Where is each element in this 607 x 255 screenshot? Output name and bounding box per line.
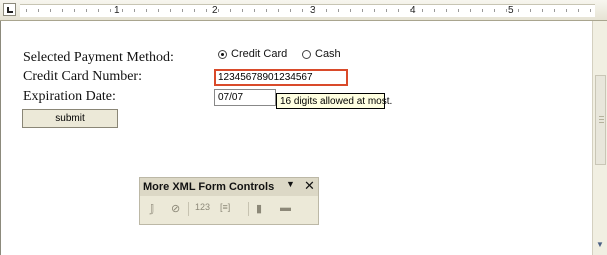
ruler-tick <box>146 9 147 12</box>
ruler-number: 2 <box>212 5 218 16</box>
ruler-tick <box>590 9 591 12</box>
submit-button[interactable]: submit <box>22 109 118 128</box>
ruler-tick <box>446 9 447 12</box>
ruler-tick <box>242 9 243 12</box>
control-icon[interactable]: 123 <box>195 202 210 212</box>
ruler-tick <box>506 9 507 12</box>
ruler-tick <box>386 9 387 12</box>
ruler-tick <box>74 9 75 12</box>
ruler-tick <box>566 9 567 12</box>
toolbar-separator <box>248 202 249 216</box>
credit-card-radio-label[interactable]: Credit Card <box>231 48 287 60</box>
control-icon[interactable]: [≡] <box>220 202 230 212</box>
card-number-field[interactable]: 123456789012345​67 <box>214 69 348 86</box>
ruler-tick <box>518 9 519 12</box>
scrollbar-thumb[interactable] <box>595 75 606 165</box>
horizontal-ruler: 1 2 3 4 5 <box>0 0 607 21</box>
credit-card-radio[interactable] <box>218 50 227 59</box>
ruler-tick <box>314 9 315 12</box>
ruler-tick <box>362 9 363 12</box>
control-icon[interactable]: ▮ <box>256 202 262 215</box>
ruler-tick <box>26 9 27 12</box>
ruler-tick <box>38 9 39 12</box>
cash-radio-label[interactable]: Cash <box>315 48 341 60</box>
ruler-tick <box>458 9 459 12</box>
ruler-tick <box>170 9 171 12</box>
ruler-tick <box>134 9 135 12</box>
ruler-number: 1 <box>114 5 120 16</box>
ruler-tick <box>494 9 495 12</box>
ruler-tick <box>338 9 339 12</box>
ruler-tick <box>302 9 303 12</box>
ruler-tick <box>206 9 207 12</box>
more-xml-form-controls-toolbar: More XML Form Controls ▼ ✕ 𝕁 ⊘ 123 [≡] ▮… <box>139 177 319 225</box>
ruler-tick <box>290 9 291 12</box>
ruler-tick <box>542 9 543 12</box>
control-icon[interactable]: ⊘ <box>171 202 180 215</box>
ruler-tick <box>86 9 87 12</box>
vertical-scrollbar[interactable]: ▼ <box>592 21 607 255</box>
ruler-tick <box>110 9 111 12</box>
ruler-tick <box>278 9 279 12</box>
ruler-tick <box>410 9 411 12</box>
ruler-tick <box>62 9 63 12</box>
card-number-label: Credit Card Number: <box>23 69 142 84</box>
ruler-tick <box>470 9 471 12</box>
ruler-tick <box>398 9 399 12</box>
toolbar-close-icon[interactable]: ✕ <box>304 178 315 194</box>
ruler-tick <box>434 9 435 12</box>
ruler-tick <box>482 9 483 12</box>
payment-method-label: Selected Payment Method: <box>23 50 174 65</box>
ruler-tick <box>122 9 123 12</box>
ruler-tick <box>158 9 159 12</box>
toolbar-separator <box>188 202 189 216</box>
ruler-tick <box>194 9 195 12</box>
ruler-tick <box>254 9 255 12</box>
tab-stop-selector-icon[interactable] <box>3 3 16 16</box>
control-icon[interactable]: ▬ <box>280 202 291 214</box>
ruler-tick <box>230 9 231 12</box>
ruler-tick <box>374 9 375 12</box>
ruler-tick <box>218 9 219 12</box>
ruler-tick <box>98 9 99 12</box>
toolbar-options-dropdown-icon[interactable]: ▼ <box>286 179 295 189</box>
ruler-number: 5 <box>508 5 514 16</box>
expiration-date-field[interactable]: 07/07 <box>214 89 276 106</box>
ruler-tick <box>554 9 555 12</box>
scroll-down-arrow-icon[interactable]: ▼ <box>596 240 604 249</box>
ruler-tick <box>578 9 579 12</box>
ruler-tick <box>50 9 51 12</box>
ruler-tick <box>530 9 531 12</box>
validation-tooltip: 16 digits allowed at most. <box>276 93 392 109</box>
ruler-tick <box>350 9 351 12</box>
ruler-tick <box>266 9 267 12</box>
expiration-date-label: Expiration Date: <box>23 89 116 104</box>
ruler-tick <box>422 9 423 12</box>
ruler-tick <box>326 9 327 12</box>
cash-radio[interactable] <box>302 50 311 59</box>
control-icon[interactable]: 𝕁 <box>150 202 154 215</box>
ruler-tick <box>182 9 183 12</box>
